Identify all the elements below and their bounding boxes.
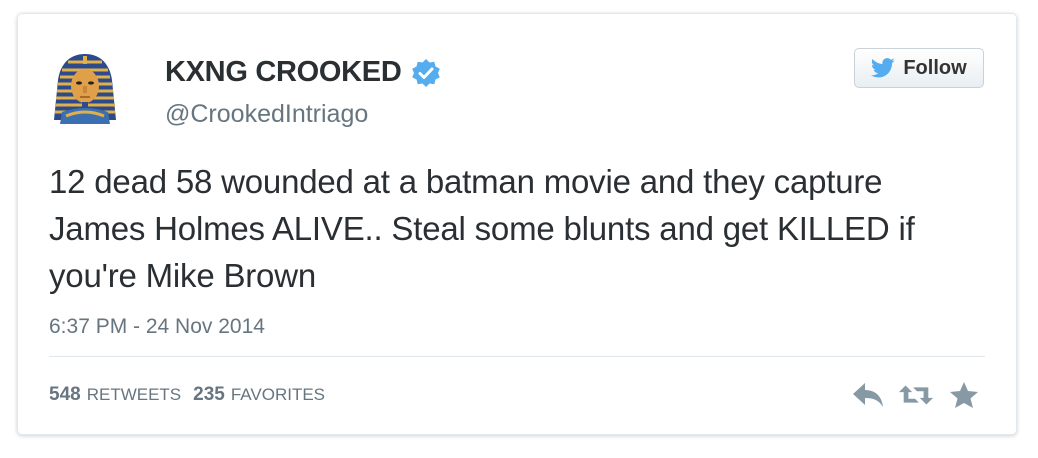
favorite-star-icon bbox=[950, 382, 978, 408]
verified-badge-icon bbox=[412, 58, 441, 87]
divider bbox=[49, 356, 985, 357]
tweet-stats: 548 RETWEETS 235 FAVORITES bbox=[49, 384, 337, 406]
twitter-bird-icon bbox=[871, 58, 895, 78]
avatar[interactable] bbox=[48, 50, 122, 124]
reply-icon bbox=[853, 383, 883, 407]
tweet-text: 12 dead 58 wounded at a batman movie and… bbox=[49, 163, 915, 294]
retweets-label[interactable]: RETWEETS bbox=[87, 385, 181, 405]
favorites-label[interactable]: FAVORITES bbox=[231, 385, 325, 405]
follow-button[interactable]: Follow bbox=[854, 48, 984, 88]
favorites-count[interactable]: 235 bbox=[193, 384, 225, 406]
retweet-icon bbox=[898, 385, 934, 405]
pharaoh-mask-icon bbox=[48, 50, 122, 124]
follow-label: Follow bbox=[903, 56, 967, 79]
retweets-count[interactable]: 548 bbox=[49, 384, 81, 406]
tweet-card: KXNG CROOKED @CrookedIntriago Follow 12 … bbox=[17, 13, 1017, 435]
display-name-row[interactable]: KXNG CROOKED bbox=[165, 56, 441, 89]
user-handle[interactable]: @CrookedIntriago bbox=[165, 100, 368, 129]
retweet-button[interactable] bbox=[898, 379, 934, 411]
display-name[interactable]: KXNG CROOKED bbox=[165, 56, 402, 89]
tweet-timestamp[interactable]: 6:37 PM - 24 Nov 2014 bbox=[49, 315, 265, 339]
favorite-button[interactable] bbox=[946, 379, 982, 411]
tweet-actions bbox=[838, 379, 982, 411]
reply-button[interactable] bbox=[850, 379, 886, 411]
